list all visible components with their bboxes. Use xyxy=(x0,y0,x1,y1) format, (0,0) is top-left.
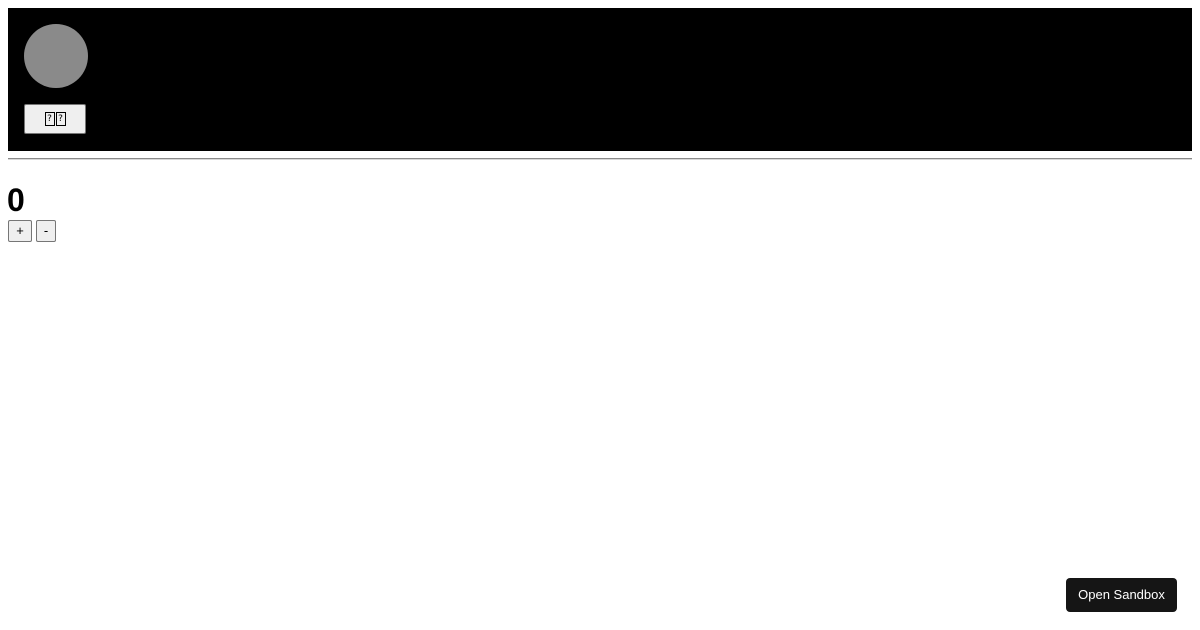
increment-button[interactable]: + xyxy=(8,220,32,242)
open-sandbox-button[interactable]: Open Sandbox xyxy=(1066,578,1177,612)
counter-value: 0 xyxy=(7,182,25,218)
missing-glyph-icon xyxy=(55,112,66,126)
missing-glyph-icon xyxy=(44,112,55,126)
avatar xyxy=(24,24,88,88)
header-banner xyxy=(8,8,1192,151)
page: 0 + - Open Sandbox xyxy=(0,0,1200,630)
divider xyxy=(8,158,1192,160)
decrement-button[interactable]: - xyxy=(36,220,56,242)
header-icon-button[interactable] xyxy=(24,104,86,134)
